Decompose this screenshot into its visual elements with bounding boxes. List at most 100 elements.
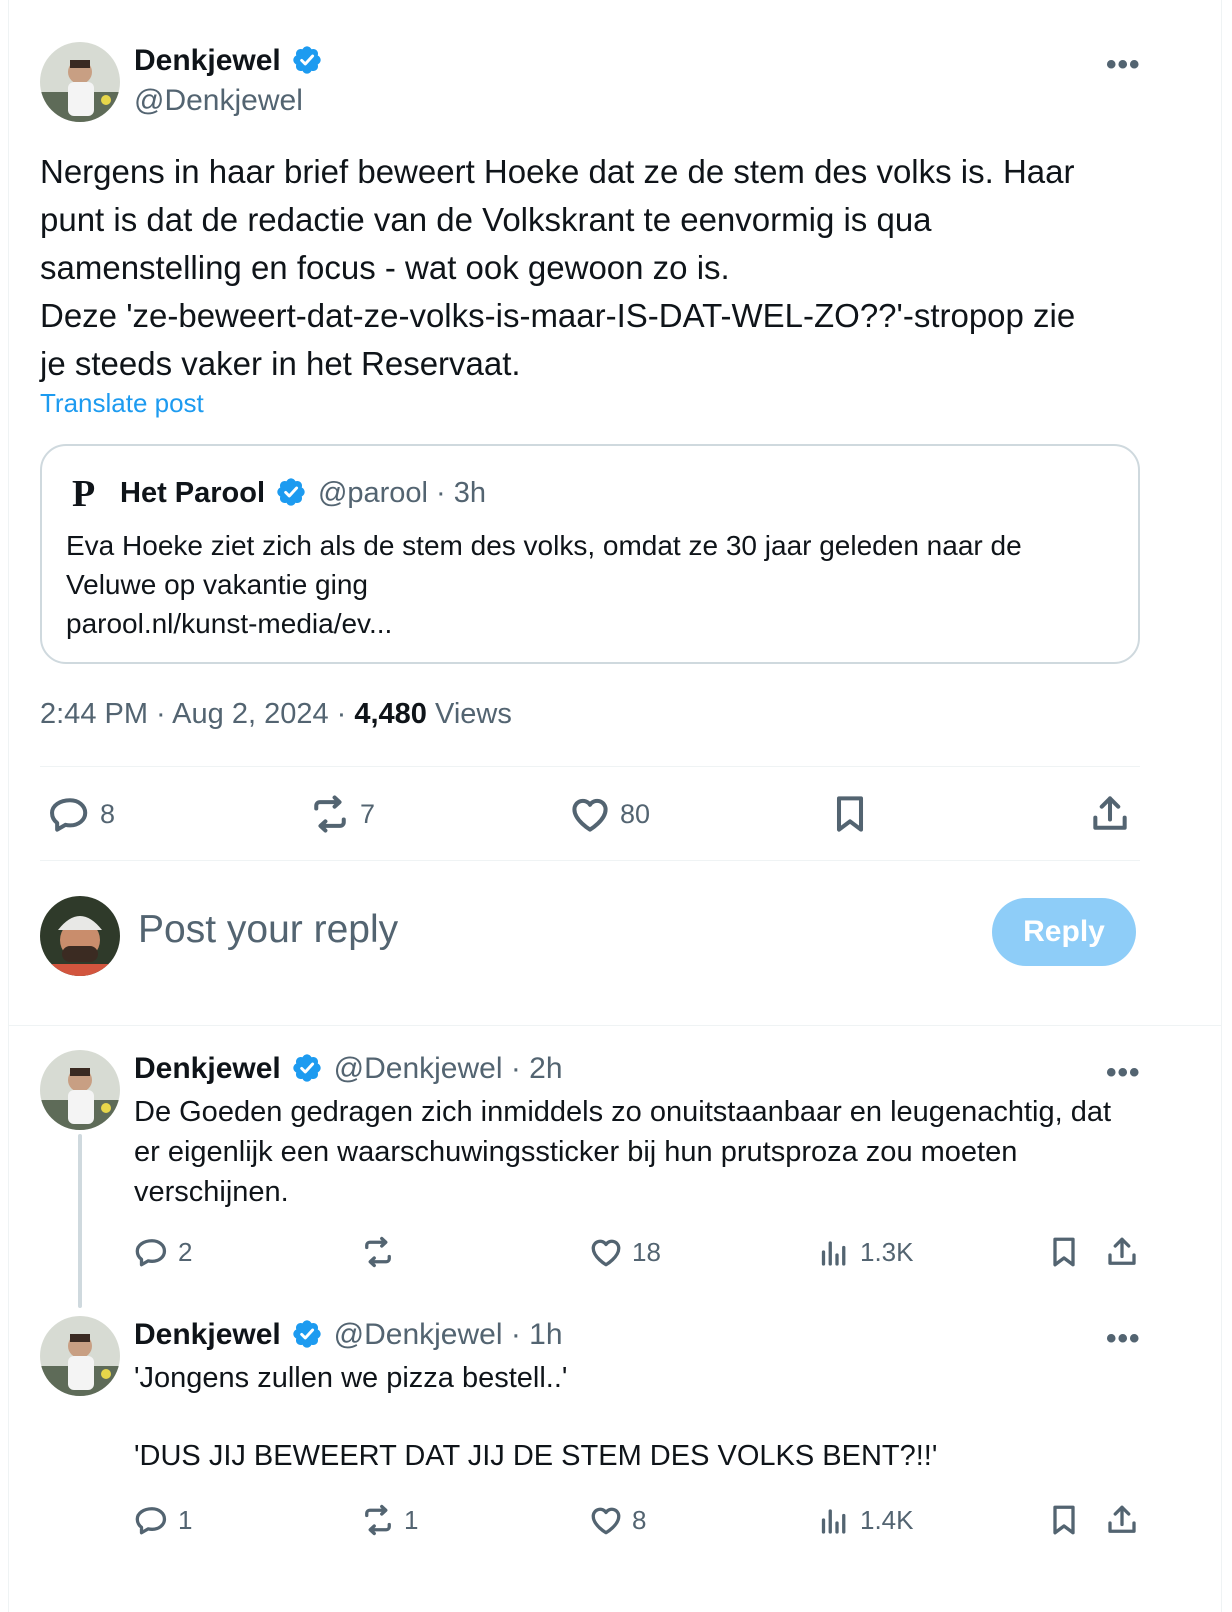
reply-action[interactable]: 8 xyxy=(48,792,115,836)
author-name-row[interactable]: Denkjewel xyxy=(134,44,323,78)
reply-author-row[interactable]: Denkjewel @Denkjewel · 1h xyxy=(134,1318,563,1352)
repost-icon xyxy=(314,795,346,833)
reply-handle-time[interactable]: @Denkjewel · 1h xyxy=(334,1318,563,1351)
reply-author-row[interactable]: Denkjewel @Denkjewel · 2h xyxy=(134,1052,563,1086)
post-text-line: Deze 'ze-beweert-dat-ze-volks-is-maar-IS… xyxy=(40,297,1076,334)
bookmark-icon xyxy=(1053,1237,1075,1267)
repost-action[interactable] xyxy=(360,1234,404,1270)
share-action[interactable] xyxy=(1104,1502,1140,1538)
divider xyxy=(40,860,1140,861)
like-count: 80 xyxy=(620,798,651,829)
reply-author-avatar[interactable] xyxy=(40,1050,120,1130)
reply-icon xyxy=(135,1507,167,1535)
reply-handle-time[interactable]: @Denkjewel · 2h xyxy=(334,1052,563,1085)
reply-action[interactable]: 1 xyxy=(134,1502,192,1538)
reply-text-line: verschijnen. xyxy=(134,1176,289,1208)
reply-display-name[interactable]: Denkjewel xyxy=(134,1318,281,1351)
avatar-photo-icon xyxy=(40,42,120,122)
heart-icon xyxy=(591,1239,621,1267)
reply-action[interactable]: 2 xyxy=(134,1234,192,1270)
share-icon xyxy=(1108,1505,1136,1533)
analytics-icon xyxy=(821,1509,846,1534)
post-text-line: punt is dat de redactie van de Volkskran… xyxy=(40,201,932,238)
reply-text-blank-line xyxy=(134,1398,1204,1436)
repost-icon xyxy=(365,1504,391,1536)
post-meta: 2:44 PM · Aug 2, 2024 · 4,480 Views xyxy=(40,698,512,731)
views-label: Views xyxy=(426,698,512,730)
repost-icon xyxy=(365,1236,391,1268)
parool-logo: P xyxy=(72,473,96,515)
like-count: 8 xyxy=(632,1504,647,1535)
verified-badge-icon xyxy=(293,1320,321,1348)
more-options-icon[interactable]: ••• xyxy=(1106,1322,1141,1356)
post-text: Nergens in haar brief beweert Hoeke dat … xyxy=(40,148,1190,388)
divider xyxy=(40,766,1140,767)
share-action[interactable] xyxy=(1088,792,1132,836)
bookmark-action[interactable] xyxy=(828,792,872,836)
bookmark-icon xyxy=(836,796,864,832)
like-action[interactable]: 80 xyxy=(568,792,650,836)
reply-text-line: er eigenlijk een waarschuwingssticker bi… xyxy=(134,1136,1018,1168)
like-count: 18 xyxy=(632,1236,661,1267)
views-count: 1.4K xyxy=(860,1504,914,1535)
views-action[interactable]: 1.4K xyxy=(816,1502,914,1538)
post-text-line: Nergens in haar brief beweert Hoeke dat … xyxy=(40,153,1075,190)
repost-action[interactable]: 7 xyxy=(308,792,375,836)
views-count: 1.3K xyxy=(860,1236,914,1267)
repost-count: 1 xyxy=(404,1504,419,1535)
reply-display-name[interactable]: Denkjewel xyxy=(134,1052,281,1085)
reply-text-line: 'Jongens zullen we pizza bestell..' xyxy=(134,1362,568,1394)
quoted-display-name: Het Parool xyxy=(120,477,266,509)
reply-button[interactable]: Reply xyxy=(992,898,1136,966)
post-timestamp[interactable]: 2:44 PM · Aug 2, 2024 · xyxy=(40,698,354,730)
bookmark-action[interactable] xyxy=(1046,1234,1082,1270)
bookmark-icon xyxy=(1053,1505,1075,1535)
analytics-icon xyxy=(821,1241,846,1266)
author-handle[interactable]: @Denkjewel xyxy=(134,84,303,118)
repost-action[interactable]: 1 xyxy=(360,1502,418,1538)
quoted-author-row: Het Parool @parool · 3h xyxy=(120,476,486,510)
author-display-name[interactable]: Denkjewel xyxy=(134,44,281,77)
views-action[interactable]: 1.3K xyxy=(816,1234,914,1270)
reply-count: 1 xyxy=(178,1504,193,1535)
current-user-avatar[interactable] xyxy=(40,896,120,976)
heart-icon xyxy=(572,798,608,832)
bookmark-action[interactable] xyxy=(1046,1502,1082,1538)
more-options-icon[interactable]: ••• xyxy=(1106,48,1141,82)
share-icon xyxy=(1093,796,1127,830)
reply-icon xyxy=(135,1239,167,1267)
repost-count: 7 xyxy=(360,798,376,829)
share-action[interactable] xyxy=(1104,1234,1140,1270)
verified-badge-icon xyxy=(293,1054,321,1082)
like-action[interactable]: 18 xyxy=(588,1234,661,1270)
quoted-text-line: Eva Hoeke ziet zich als de stem des volk… xyxy=(66,530,1022,561)
translate-post-link[interactable]: Translate post xyxy=(40,388,204,419)
reply-text: De Goeden gedragen zich inmiddels zo onu… xyxy=(134,1092,1204,1212)
reply-count: 2 xyxy=(178,1236,193,1267)
quoted-text: Eva Hoeke ziet zich als de stem des volk… xyxy=(66,526,1126,643)
divider xyxy=(9,1025,1221,1026)
views-count: 4,480 xyxy=(354,698,427,730)
reply-author-avatar[interactable] xyxy=(40,1316,120,1396)
reply-text-line: De Goeden gedragen zich inmiddels zo onu… xyxy=(134,1096,1112,1128)
quoted-post-card[interactable]: P Het Parool @parool · 3h Eva Hoeke ziet… xyxy=(40,444,1140,664)
avatar-photo-icon xyxy=(40,1050,120,1130)
author-avatar[interactable] xyxy=(40,42,120,122)
quoted-link[interactable]: parool.nl/kunst-media/ev... xyxy=(66,604,1126,643)
reply-input[interactable]: Post your reply xyxy=(138,908,398,952)
post-text-line: samenstelling en focus - wat ook gewoon … xyxy=(40,249,730,286)
verified-badge-icon xyxy=(293,46,321,74)
more-options-icon[interactable]: ••• xyxy=(1106,1056,1141,1090)
reply-text-line: 'DUS JIJ BEWEERT DAT JIJ DE STEM DES VOL… xyxy=(134,1440,938,1472)
post-text-line: je steeds vaker in het Reservaat. xyxy=(40,345,521,382)
reply-count: 8 xyxy=(100,798,116,829)
like-action[interactable]: 8 xyxy=(588,1502,646,1538)
thread-line xyxy=(78,1134,82,1308)
quoted-text-line: Veluwe op vakantie ging xyxy=(66,569,368,600)
avatar-photo-icon xyxy=(40,896,120,976)
verified-badge-icon xyxy=(277,478,306,506)
share-icon xyxy=(1108,1237,1136,1265)
reply-icon xyxy=(50,798,88,832)
quoted-handle-time: @parool · 3h xyxy=(317,477,487,509)
reply-text: 'Jongens zullen we pizza bestell..' 'DUS… xyxy=(134,1358,1204,1476)
